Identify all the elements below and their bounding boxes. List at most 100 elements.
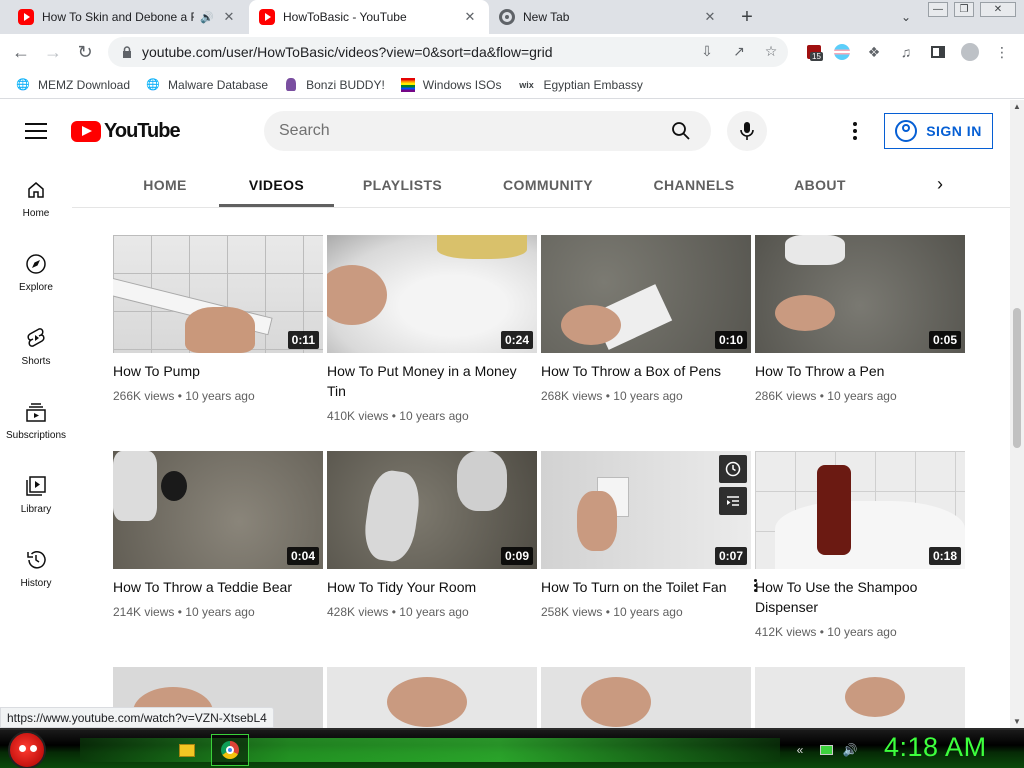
browser-tab-2[interactable]: HowToBasic - YouTube ✕ — [249, 0, 489, 34]
bookmark-bonzi-buddy[interactable]: Bonzi BUDDY! — [284, 78, 385, 92]
tab-search-chevron-icon[interactable]: ⌄ — [896, 6, 916, 28]
share-icon[interactable]: ↗ — [730, 42, 748, 60]
media-control-icon[interactable]: ♫ — [896, 42, 916, 62]
extension-shield-icon[interactable]: 15 — [804, 42, 824, 62]
sidebar-item-subscriptions[interactable]: Subscriptions — [0, 384, 72, 448]
new-tab-button[interactable]: + — [736, 6, 758, 28]
video-thumbnail[interactable]: 0:18 — [755, 451, 965, 569]
tab-community[interactable]: COMMUNITY — [490, 162, 606, 207]
tab-playlists[interactable]: PLAYLISTS — [350, 162, 455, 207]
tray-expand-icon[interactable]: « — [792, 742, 808, 758]
video-thumbnail[interactable] — [755, 667, 965, 728]
video-thumbnail[interactable]: 0:09 — [327, 451, 537, 569]
video-thumbnail[interactable]: 0:11 — [113, 235, 323, 353]
video-card[interactable]: 0:09 How To Tidy Your Room 428K views • … — [327, 451, 537, 619]
video-title[interactable]: How To Put Money in a Money Tin — [327, 361, 537, 401]
scrollbar-thumb[interactable] — [1013, 308, 1021, 448]
tab-videos[interactable]: VIDEOS — [219, 162, 334, 207]
video-card[interactable]: 0:11 How To Pump 266K views • 10 years a… — [113, 235, 323, 403]
minimize-button[interactable]: — — [928, 2, 948, 17]
shoe-shape — [113, 451, 157, 521]
sidebar-item-shorts[interactable]: Shorts — [0, 310, 72, 374]
menu-hamburger-icon[interactable] — [25, 120, 47, 142]
sidebar-item-history[interactable]: History — [0, 532, 72, 596]
video-thumbnail[interactable]: 0:24 — [327, 235, 537, 353]
sign-in-button[interactable]: SIGN IN — [884, 113, 993, 149]
tab-about[interactable]: ABOUT — [782, 162, 858, 207]
bookmark-memz[interactable]: 🌐 MEMZ Download — [16, 78, 130, 92]
video-thumbnail[interactable]: 0:07 — [541, 451, 751, 569]
scroll-up-arrow-icon[interactable]: ▲ — [1013, 102, 1021, 111]
video-title[interactable]: How To Throw a Pen — [755, 361, 965, 381]
bookmark-egyptian-embassy[interactable]: wix Egyptian Embassy — [517, 78, 643, 92]
install-app-icon[interactable]: ⇩ — [698, 42, 716, 60]
browser-tab-3[interactable]: New Tab ✕ — [489, 0, 729, 34]
add-to-queue-icon[interactable] — [719, 487, 747, 515]
video-card[interactable]: 0:04 How To Throw a Teddie Bear 214K vie… — [113, 451, 323, 619]
reload-button[interactable]: ↻ — [72, 39, 98, 65]
video-card[interactable]: 0:10 How To Throw a Box of Pens 268K vie… — [541, 235, 751, 403]
watch-later-clock-icon[interactable] — [719, 455, 747, 483]
network-icon[interactable] — [818, 742, 834, 758]
video-thumbnail[interactable]: 0:10 — [541, 235, 751, 353]
close-tab-icon[interactable]: ✕ — [701, 8, 719, 26]
extensions-puzzle-icon[interactable]: ❖ — [864, 42, 884, 62]
scroll-down-arrow-icon[interactable]: ▼ — [1013, 717, 1021, 726]
extension-flag-icon[interactable] — [832, 42, 852, 62]
video-title[interactable]: How To Throw a Box of Pens — [541, 361, 751, 381]
page-scrollbar[interactable]: ▲ ▼ — [1010, 100, 1024, 728]
side-panel-icon[interactable] — [928, 42, 948, 62]
video-thumbnail[interactable] — [327, 667, 537, 728]
settings-kebab-icon[interactable] — [842, 118, 868, 144]
view-count: 258K views — [541, 605, 603, 619]
browser-menu-icon[interactable]: ⋮ — [992, 42, 1012, 62]
close-tab-icon[interactable]: ✕ — [220, 8, 238, 26]
video-thumbnail[interactable] — [541, 667, 751, 728]
profile-avatar-icon[interactable] — [960, 42, 980, 62]
video-card[interactable]: 0:05 How To Throw a Pen 286K views • 10 … — [755, 235, 965, 403]
chrome-taskbar-icon[interactable] — [211, 734, 249, 766]
file-explorer-icon[interactable] — [168, 734, 206, 766]
video-title[interactable]: How To Pump — [113, 361, 323, 381]
sidebar-item-explore[interactable]: Explore — [0, 236, 72, 300]
start-button-angry-bird-icon[interactable] — [8, 731, 46, 768]
video-title[interactable]: How To Tidy Your Room — [327, 577, 537, 597]
video-duration: 0:24 — [500, 331, 533, 349]
sidebar-item-home[interactable]: Home — [0, 162, 72, 226]
search-box[interactable]: Search — [264, 111, 711, 151]
video-card[interactable]: 0:24 How To Put Money in a Money Tin 410… — [327, 235, 537, 423]
back-button[interactable]: ← — [8, 39, 34, 65]
video-thumbnail[interactable]: 0:04 — [113, 451, 323, 569]
youtube-wordmark: YouTube — [104, 120, 181, 142]
microphone-icon[interactable] — [727, 111, 767, 151]
youtube-logo[interactable]: YouTube — [71, 120, 181, 143]
video-title[interactable]: How To Throw a Teddie Bear — [113, 577, 323, 597]
close-tab-icon[interactable]: ✕ — [461, 8, 479, 26]
bookmark-star-icon[interactable]: ☆ — [762, 42, 780, 60]
tabs-next-chevron-icon[interactable]: › — [928, 172, 952, 196]
search-icon[interactable] — [661, 111, 701, 151]
restore-button[interactable]: ❐ — [954, 2, 974, 17]
search-input[interactable]: Search — [279, 122, 661, 140]
sidebar-item-library[interactable]: Library — [0, 458, 72, 522]
bookmark-malware-database[interactable]: 🌐 Malware Database — [146, 78, 268, 92]
shoe-shape — [457, 451, 507, 511]
lock-icon[interactable] — [120, 45, 134, 59]
video-title[interactable]: How To Use the Shampoo Dispenser — [755, 577, 965, 617]
video-card[interactable]: 0:07 How To Turn on the Toilet Fan 258K … — [541, 451, 757, 619]
tab-home[interactable]: HOME — [128, 162, 202, 207]
volume-icon[interactable]: 🔊 — [842, 742, 858, 758]
video-title[interactable]: How To Turn on the Toilet Fan — [541, 577, 751, 597]
tab-channels[interactable]: CHANNELS — [644, 162, 744, 207]
shampoo-bottle-shape — [817, 465, 851, 555]
speaker-icon[interactable]: 🔊 — [200, 11, 214, 24]
video-thumbnail[interactable]: 0:05 — [755, 235, 965, 353]
video-card[interactable]: 0:18 How To Use the Shampoo Dispenser 41… — [755, 451, 965, 639]
close-window-button[interactable]: ✕ — [980, 2, 1016, 17]
browser-tab-1[interactable]: How To Skin and Debone a F 🔊 ✕ — [8, 0, 248, 34]
taskbar-clock[interactable]: 4:18 AM — [884, 732, 987, 763]
bookmark-windows-isos[interactable]: Windows ISOs — [400, 77, 501, 92]
address-bar[interactable]: youtube.com/user/HowToBasic/videos?view=… — [108, 37, 788, 67]
forward-button[interactable]: → — [40, 39, 66, 65]
channel-tabs: HOME VIDEOS PLAYLISTS COMMUNITY CHANNELS… — [0, 162, 1010, 208]
